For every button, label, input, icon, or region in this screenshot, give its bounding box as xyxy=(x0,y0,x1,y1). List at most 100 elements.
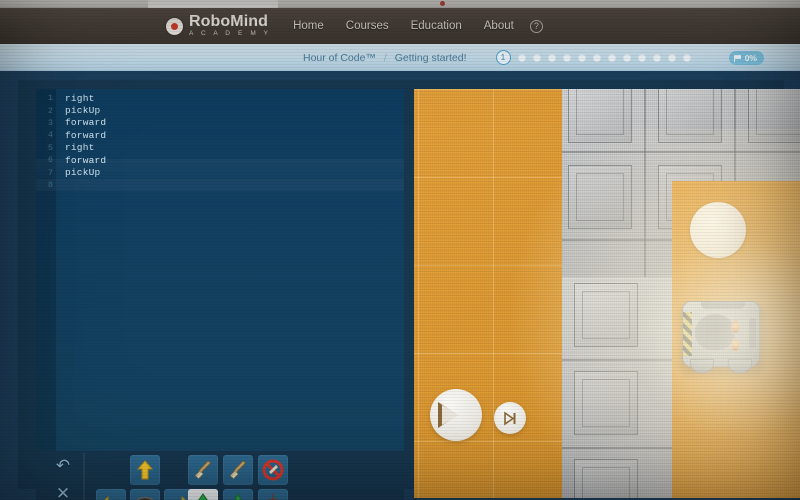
code-line[interactable]: 2 pickUp xyxy=(36,104,404,116)
nav-link-about[interactable]: About xyxy=(484,20,514,32)
completion-badge[interactable]: 0% xyxy=(728,51,764,65)
toolbar-divider xyxy=(83,453,85,500)
browser-tab[interactable] xyxy=(148,0,278,8)
robot-hazard-stripe xyxy=(683,312,692,356)
left-button[interactable] xyxy=(96,489,126,500)
edit-tools: ↶ ✕ ✚ xyxy=(46,455,80,500)
help-icon[interactable]: ? xyxy=(529,19,543,33)
flag-icon xyxy=(733,54,742,62)
code-line-current[interactable]: 8 xyxy=(36,179,404,191)
forward-button[interactable] xyxy=(130,455,160,485)
breadcrumb-course[interactable]: Hour of Code™ xyxy=(303,52,376,64)
nav-links: Home Courses Education About xyxy=(293,20,514,32)
line-text: forward xyxy=(65,154,107,166)
paint-black-button[interactable] xyxy=(223,455,253,485)
repeat-loop-icon xyxy=(136,496,154,500)
step-dot[interactable] xyxy=(577,53,586,62)
arrow-turn-left-icon xyxy=(104,495,120,500)
brand-logo[interactable]: RoboMind A C A D E M Y xyxy=(166,14,271,38)
code-line[interactable]: 6 forward xyxy=(36,154,404,166)
beacon[interactable] xyxy=(690,202,746,258)
line-number: 3 xyxy=(47,117,53,128)
robot-visor xyxy=(695,314,735,350)
browser-chrome xyxy=(0,0,800,8)
app-body: 1 right 2 pickUp 3 forward 4 forward 5 r… xyxy=(0,71,800,500)
stop-painting-button[interactable] xyxy=(258,455,288,485)
step-dot[interactable] xyxy=(517,53,526,62)
step-dot[interactable] xyxy=(532,53,541,62)
step-dot[interactable] xyxy=(592,53,601,62)
line-text: pickUp xyxy=(65,105,101,117)
drop-button[interactable] xyxy=(258,489,288,500)
code-editor[interactable]: 1 right 2 pickUp 3 forward 4 forward 5 r… xyxy=(36,89,404,451)
pickup-down-arrow-icon xyxy=(198,493,208,500)
play-icon-inner xyxy=(442,405,459,425)
line-text: pickUp xyxy=(65,167,101,179)
drop-down-arrow-icon xyxy=(268,494,278,500)
favicon xyxy=(440,1,445,6)
brand-subtitle: A C A D E M Y xyxy=(189,30,272,38)
step-forward-icon xyxy=(503,410,515,426)
line-text: forward xyxy=(65,129,107,141)
screenshot-root: RoboMind A C A D E M Y Home Courses Educ… xyxy=(0,0,800,500)
line-number: 6 xyxy=(47,155,53,166)
robot-side-panel xyxy=(749,318,756,348)
breadcrumb-separator: / xyxy=(383,51,387,64)
nav-link-education[interactable]: Education xyxy=(411,20,462,32)
game-world[interactable] xyxy=(414,89,800,498)
step-dot[interactable] xyxy=(622,53,631,62)
robot-tread-top xyxy=(701,302,745,309)
delete-icon[interactable]: ✕ xyxy=(52,483,74,500)
robomind-logo-icon xyxy=(166,17,183,35)
line-number: 2 xyxy=(47,105,53,116)
robot-indicator-light xyxy=(731,338,740,352)
line-number: 8 xyxy=(47,179,53,190)
broom-white-icon xyxy=(194,460,212,480)
step-indicator: 1 xyxy=(495,50,691,65)
robot[interactable] xyxy=(676,297,766,377)
step-dot[interactable] xyxy=(547,53,556,62)
no-entry-broom-icon xyxy=(262,459,284,481)
wall-block-bottom xyxy=(562,277,672,498)
top-navbar: RoboMind A C A D E M Y Home Courses Educ… xyxy=(0,8,800,44)
putdown-up-arrow-icon xyxy=(234,493,242,500)
step-dot[interactable] xyxy=(607,53,616,62)
pick-up-button[interactable] xyxy=(188,489,218,500)
play-button[interactable] xyxy=(430,389,482,441)
line-number: 5 xyxy=(47,142,53,153)
step-dot[interactable] xyxy=(652,53,661,62)
step-dot[interactable] xyxy=(562,53,571,62)
put-down-button[interactable] xyxy=(223,489,253,500)
line-number: 4 xyxy=(47,130,53,141)
command-toolbar: ↶ ✕ ✚ xyxy=(36,451,404,500)
robot-body xyxy=(682,301,760,367)
step-dot[interactable] xyxy=(682,53,691,62)
code-line[interactable]: 7 pickUp xyxy=(36,166,404,178)
step-button[interactable] xyxy=(494,402,526,434)
app-panel: 1 right 2 pickUp 3 forward 4 forward 5 r… xyxy=(18,80,800,500)
code-line[interactable]: 5 right xyxy=(36,142,404,154)
line-number: 7 xyxy=(47,167,53,178)
repeat-button[interactable] xyxy=(130,489,160,500)
nav-link-courses[interactable]: Courses xyxy=(346,20,389,32)
breadcrumb: Hour of Code™ / Getting started! xyxy=(303,52,467,64)
progress-bar: Hour of Code™ / Getting started! 1 0% xyxy=(0,44,800,71)
robot-indicator-light xyxy=(731,320,740,334)
line-text: right xyxy=(65,142,95,154)
code-lines: 1 right 2 pickUp 3 forward 4 forward 5 r… xyxy=(36,92,404,191)
line-text: forward xyxy=(65,117,107,129)
nav-link-home[interactable]: Home xyxy=(293,20,324,32)
arrow-up-icon xyxy=(136,460,154,480)
breadcrumb-lesson[interactable]: Getting started! xyxy=(395,52,467,64)
broom-black-icon xyxy=(229,460,247,480)
brand-name: RoboMind xyxy=(189,13,268,31)
step-dot[interactable] xyxy=(637,53,646,62)
code-line[interactable]: 1 right xyxy=(36,92,404,104)
completion-percent: 0% xyxy=(744,53,757,63)
step-current[interactable]: 1 xyxy=(495,50,511,65)
paint-white-button[interactable] xyxy=(188,455,218,485)
step-dot[interactable] xyxy=(667,53,676,62)
undo-icon[interactable]: ↶ xyxy=(52,455,74,477)
code-line[interactable]: 4 forward xyxy=(36,129,404,141)
code-line[interactable]: 3 forward xyxy=(36,117,404,129)
